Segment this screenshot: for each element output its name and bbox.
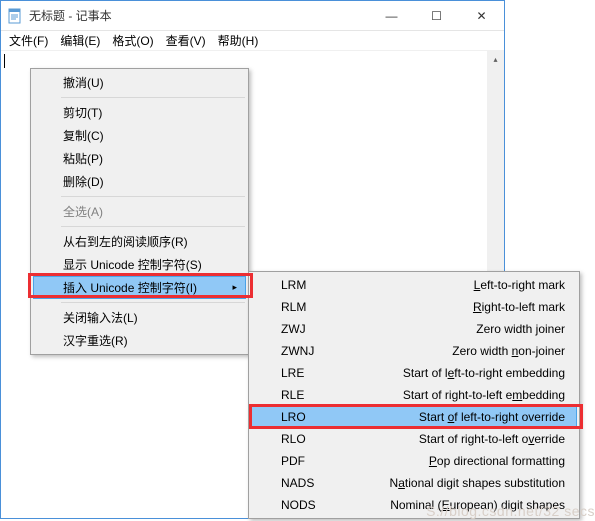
- minimize-button[interactable]: —: [369, 1, 414, 30]
- unicode-description: Right-to-left mark: [333, 300, 565, 314]
- unicode-description: Zero width non-joiner: [333, 344, 565, 358]
- menu-item-label: 剪切(T): [63, 104, 102, 121]
- menu-item-label: 撤消(U): [63, 74, 104, 91]
- submenu-item[interactable]: ZWJZero width joiner: [251, 318, 577, 340]
- context-menu-item[interactable]: 复制(C): [33, 124, 246, 147]
- menu-separator: [61, 97, 245, 98]
- submenu-item[interactable]: LRMLeft-to-right mark: [251, 274, 577, 296]
- menu-format[interactable]: 格式(O): [106, 30, 159, 51]
- submenu-item[interactable]: LROStart of left-to-right override: [251, 406, 577, 428]
- submenu-item[interactable]: RLOStart of right-to-left override: [251, 428, 577, 450]
- menu-view[interactable]: 查看(V): [160, 30, 212, 51]
- unicode-description: Start of left-to-right override: [333, 410, 565, 424]
- unicode-code: PDF: [281, 454, 333, 468]
- unicode-description: Start of left-to-right embedding: [333, 366, 565, 380]
- context-menu-item[interactable]: 剪切(T): [33, 101, 246, 124]
- notepad-icon: [7, 8, 23, 24]
- context-menu-item[interactable]: 粘贴(P): [33, 147, 246, 170]
- context-menu-item[interactable]: 关闭输入法(L): [33, 306, 246, 329]
- close-button[interactable]: ✕: [459, 1, 504, 30]
- menu-separator: [61, 226, 245, 227]
- submenu-item[interactable]: NADSNational digit shapes substitution: [251, 472, 577, 494]
- menu-item-label: 全选(A): [63, 203, 103, 220]
- unicode-code: ZWNJ: [281, 344, 333, 358]
- unicode-description: Start of right-to-left embedding: [333, 388, 565, 402]
- unicode-submenu: LRMLeft-to-right markRLMRight-to-left ma…: [248, 271, 580, 519]
- menu-item-label: 插入 Unicode 控制字符(I): [63, 279, 197, 296]
- unicode-code: NADS: [281, 476, 333, 490]
- submenu-item[interactable]: LREStart of left-to-right embedding: [251, 362, 577, 384]
- unicode-code: RLE: [281, 388, 333, 402]
- submenu-item[interactable]: RLMRight-to-left mark: [251, 296, 577, 318]
- unicode-code: ZWJ: [281, 322, 333, 336]
- unicode-code: NODS: [281, 498, 333, 512]
- menu-item-label: 显示 Unicode 控制字符(S): [63, 256, 202, 273]
- unicode-code: RLO: [281, 432, 333, 446]
- menu-edit[interactable]: 编辑(E): [54, 30, 106, 51]
- context-menu-item[interactable]: 撤消(U): [33, 71, 246, 94]
- unicode-description: Zero width joiner: [333, 322, 565, 336]
- context-menu-item[interactable]: 显示 Unicode 控制字符(S): [33, 253, 246, 276]
- unicode-description: National digit shapes substitution: [333, 476, 565, 490]
- context-menu-item[interactable]: 从右到左的阅读顺序(R): [33, 230, 246, 253]
- menu-separator: [61, 302, 245, 303]
- menu-item-label: 从右到左的阅读顺序(R): [63, 233, 188, 250]
- menu-item-label: 复制(C): [63, 127, 104, 144]
- unicode-description: Start of right-to-left override: [333, 432, 565, 446]
- unicode-code: LRM: [281, 278, 333, 292]
- context-menu-item[interactable]: 删除(D): [33, 170, 246, 193]
- menu-help[interactable]: 帮助(H): [212, 30, 265, 51]
- menu-separator: [61, 196, 245, 197]
- context-menu-item: 全选(A): [33, 200, 246, 223]
- window-controls: — ☐ ✕: [369, 1, 504, 30]
- unicode-description: Pop directional formatting: [333, 454, 565, 468]
- maximize-button[interactable]: ☐: [414, 1, 459, 30]
- scroll-up-icon[interactable]: ▴: [487, 51, 504, 68]
- unicode-code: RLM: [281, 300, 333, 314]
- context-menu: 撤消(U) 剪切(T) 复制(C) 粘贴(P) 删除(D) 全选(A) 从右到左的阅读顺序(…: [30, 68, 249, 355]
- titlebar: 无标题 - 记事本 — ☐ ✕: [1, 1, 504, 31]
- submenu-arrow-icon: ▸: [232, 282, 237, 293]
- submenu-item[interactable]: RLEStart of right-to-left embedding: [251, 384, 577, 406]
- context-menu-item[interactable]: 插入 Unicode 控制字符(I) ▸: [33, 276, 246, 299]
- menu-item-label: 汉字重选(R): [63, 332, 128, 349]
- watermark: S://blog.csdn.net/32 secs: [426, 503, 595, 519]
- menu-item-label: 粘贴(P): [63, 150, 103, 167]
- context-menu-item[interactable]: 汉字重选(R): [33, 329, 246, 352]
- menubar: 文件(F) 编辑(E) 格式(O) 查看(V) 帮助(H): [1, 31, 504, 51]
- text-caret: [4, 54, 5, 68]
- window-title: 无标题 - 记事本: [29, 7, 369, 24]
- submenu-item[interactable]: PDFPop directional formatting: [251, 450, 577, 472]
- menu-file[interactable]: 文件(F): [3, 30, 54, 51]
- unicode-code: LRO: [281, 410, 333, 424]
- unicode-code: LRE: [281, 366, 333, 380]
- submenu-item[interactable]: ZWNJZero width non-joiner: [251, 340, 577, 362]
- menu-item-label: 删除(D): [63, 173, 104, 190]
- unicode-description: Left-to-right mark: [333, 278, 565, 292]
- menu-item-label: 关闭输入法(L): [63, 309, 138, 326]
